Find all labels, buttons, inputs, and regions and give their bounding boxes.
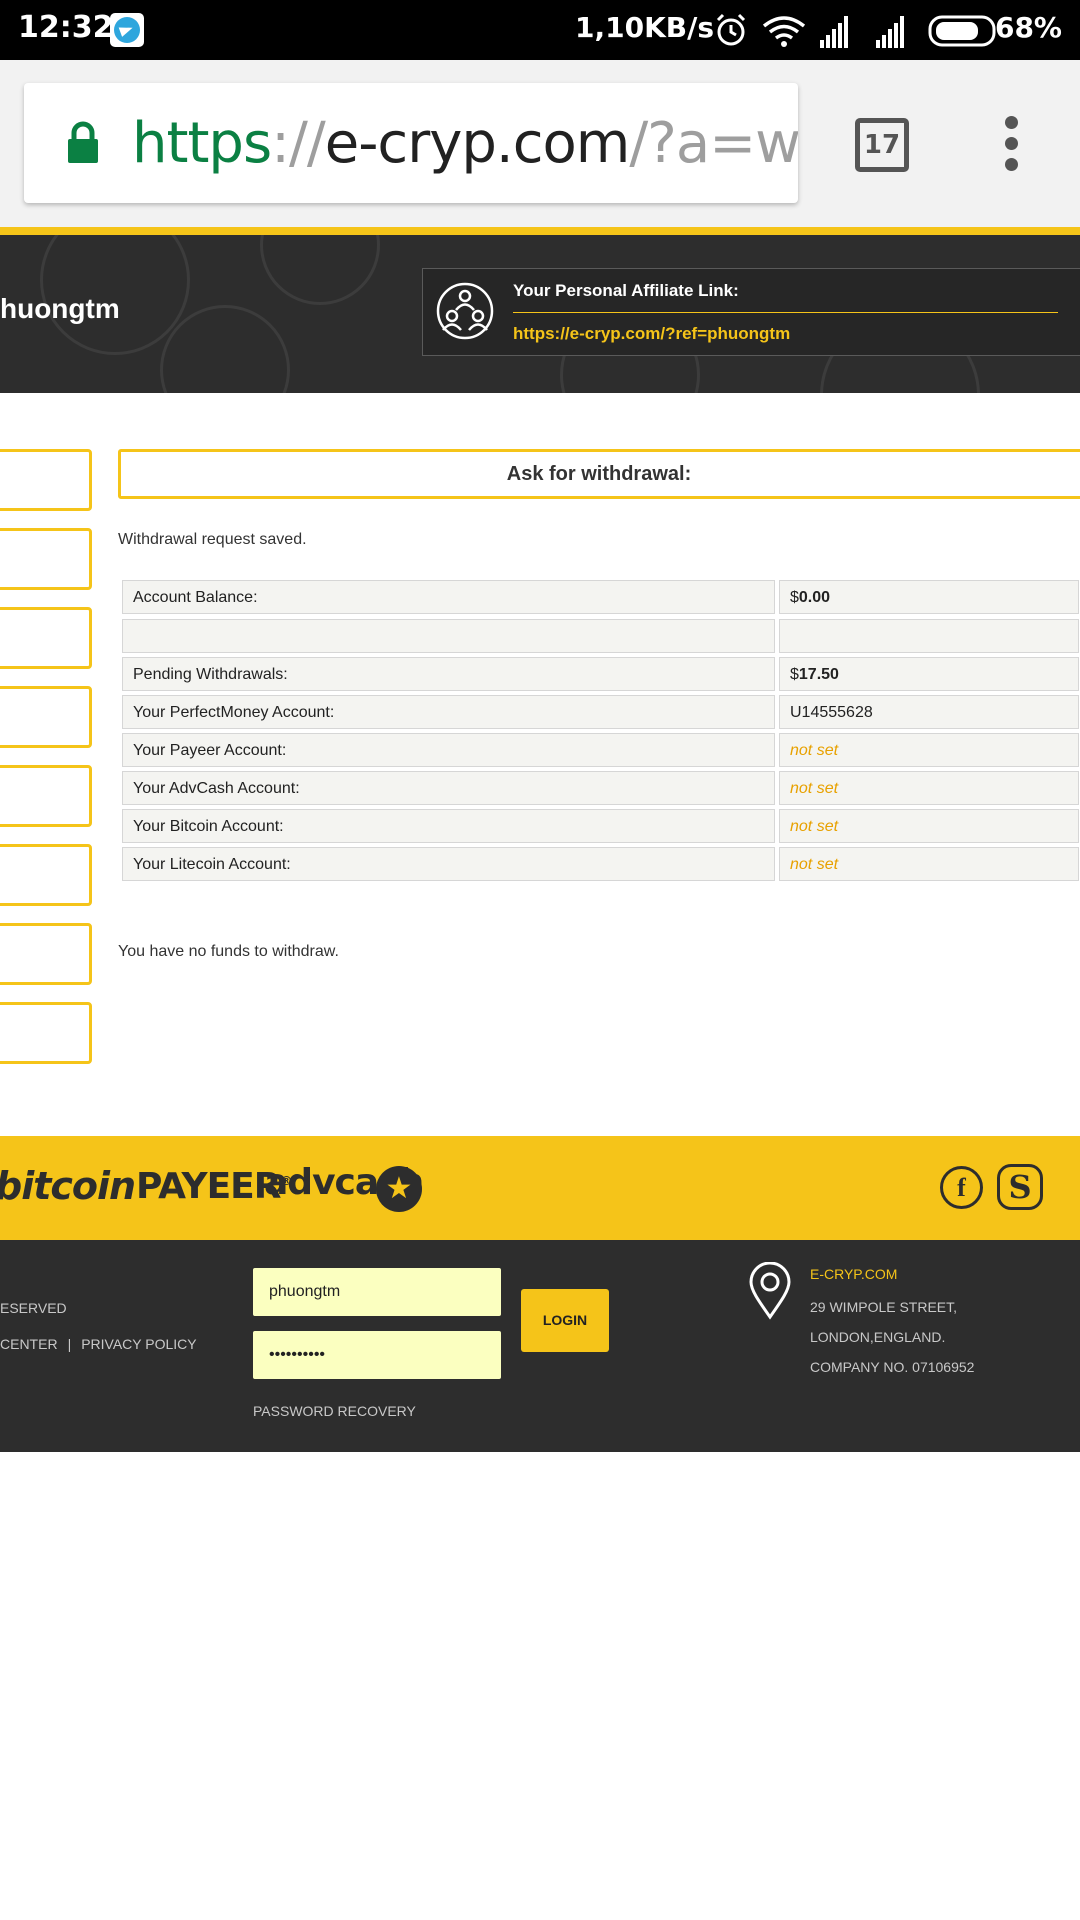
battery-icon	[928, 15, 996, 47]
row-label: Your AdvCash Account:	[133, 780, 300, 797]
account-header: huongtm Your Personal Affiliate Link: ht…	[0, 235, 1080, 393]
tab-switcher-button[interactable]: 17	[855, 118, 909, 172]
page-title: Ask for withdrawal:	[506, 463, 692, 485]
row-value: not set	[790, 780, 839, 797]
affiliate-label: Your Personal Affiliate Link:	[513, 281, 739, 300]
footer-links: CENTER | PRIVACY POLICY	[0, 1336, 197, 1352]
row-label: Pending Withdrawals:	[133, 666, 288, 683]
row-value: not set	[790, 742, 839, 759]
wifi-icon	[762, 16, 806, 47]
signal-icon	[820, 16, 848, 48]
status-message: Withdrawal request saved.	[118, 531, 307, 548]
link-separator: |	[67, 1336, 72, 1352]
signal-icon-2	[876, 16, 904, 48]
side-menu-item[interactable]	[0, 686, 92, 748]
address-line: LONDON,ENGLAND.	[810, 1329, 946, 1345]
side-menu-item[interactable]	[0, 765, 92, 827]
row-value: U14555628	[790, 704, 873, 721]
location-pin-icon	[749, 1262, 791, 1320]
row-label: Your Bitcoin Account:	[133, 818, 284, 835]
side-menu-item[interactable]	[0, 844, 92, 906]
url-bar[interactable]: https://e-cryp.com/?a=with	[24, 83, 798, 203]
row-value: not set	[790, 818, 839, 835]
side-menu-item[interactable]	[0, 1002, 92, 1064]
row-label: Your PerfectMoney Account:	[133, 704, 335, 721]
status-icons	[716, 13, 904, 48]
lock-icon	[68, 121, 98, 163]
address-line: 29 WIMPOLE STREET,	[810, 1299, 958, 1315]
affiliate-divider	[513, 312, 1058, 313]
row-label: Your Payeer Account:	[133, 742, 287, 759]
help-center-link[interactable]: CENTER	[0, 1336, 58, 1352]
no-funds-message: You have no funds to withdraw.	[118, 943, 339, 960]
advcash-star-icon: ★	[376, 1166, 422, 1212]
alarm-icon	[716, 13, 746, 46]
row-value: $17.50	[790, 666, 839, 683]
side-menu-item[interactable]	[0, 607, 92, 669]
bitcoin-logo: bitcoin	[0, 1164, 136, 1208]
browser-toolbar: https://e-cryp.com/?a=with 17	[0, 60, 1080, 227]
header-accent-line	[0, 227, 1080, 235]
password-input[interactable]	[253, 1331, 501, 1379]
row-label: Your Litecoin Account:	[133, 856, 291, 873]
status-time: 12:32	[18, 10, 114, 45]
battery-percent: 68%	[994, 11, 1062, 44]
username-heading: huongtm	[0, 293, 120, 324]
password-recovery-link[interactable]: PASSWORD RECOVERY	[253, 1403, 416, 1419]
payment-methods-band: bitcoin PAYEER® advcash ★ f S	[0, 1136, 1080, 1240]
referral-users-icon	[436, 282, 494, 340]
skype-icon[interactable]: S	[997, 1164, 1043, 1210]
side-menu-item[interactable]	[0, 449, 92, 511]
login-button[interactable]: LOGIN	[521, 1289, 609, 1352]
username-input[interactable]	[253, 1268, 501, 1316]
overflow-menu-icon[interactable]	[998, 116, 1024, 174]
url-text[interactable]: https://e-cryp.com/?a=with	[132, 111, 798, 176]
affiliate-link[interactable]: https://e-cryp.com/?ref=phuongtm	[513, 324, 790, 344]
withdrawal-title-box: Ask for withdrawal:	[118, 449, 1080, 499]
company-name[interactable]: E-CRYP.COM	[810, 1266, 897, 1282]
status-bar: 12:32 1,10KB/s 68%	[0, 0, 1080, 60]
privacy-policy-link[interactable]: PRIVACY POLICY	[81, 1336, 196, 1352]
row-value: not set	[790, 856, 839, 873]
facebook-icon[interactable]: f	[940, 1166, 983, 1209]
row-label: Account Balance:	[133, 589, 258, 606]
side-menu-item[interactable]	[0, 923, 92, 985]
company-number: COMPANY NO. 07106952	[810, 1359, 975, 1375]
affiliate-panel: Your Personal Affiliate Link: https://e-…	[422, 268, 1080, 356]
footer: ESERVED CENTER | PRIVACY POLICY LOGIN PASS…	[0, 1240, 1080, 1452]
telegram-icon	[110, 13, 144, 47]
copyright-text: ESERVED	[0, 1300, 67, 1316]
row-value: $0.00	[790, 589, 831, 606]
side-menu-item[interactable]	[0, 528, 92, 590]
network-speed: 1,10KB/s	[575, 11, 715, 44]
